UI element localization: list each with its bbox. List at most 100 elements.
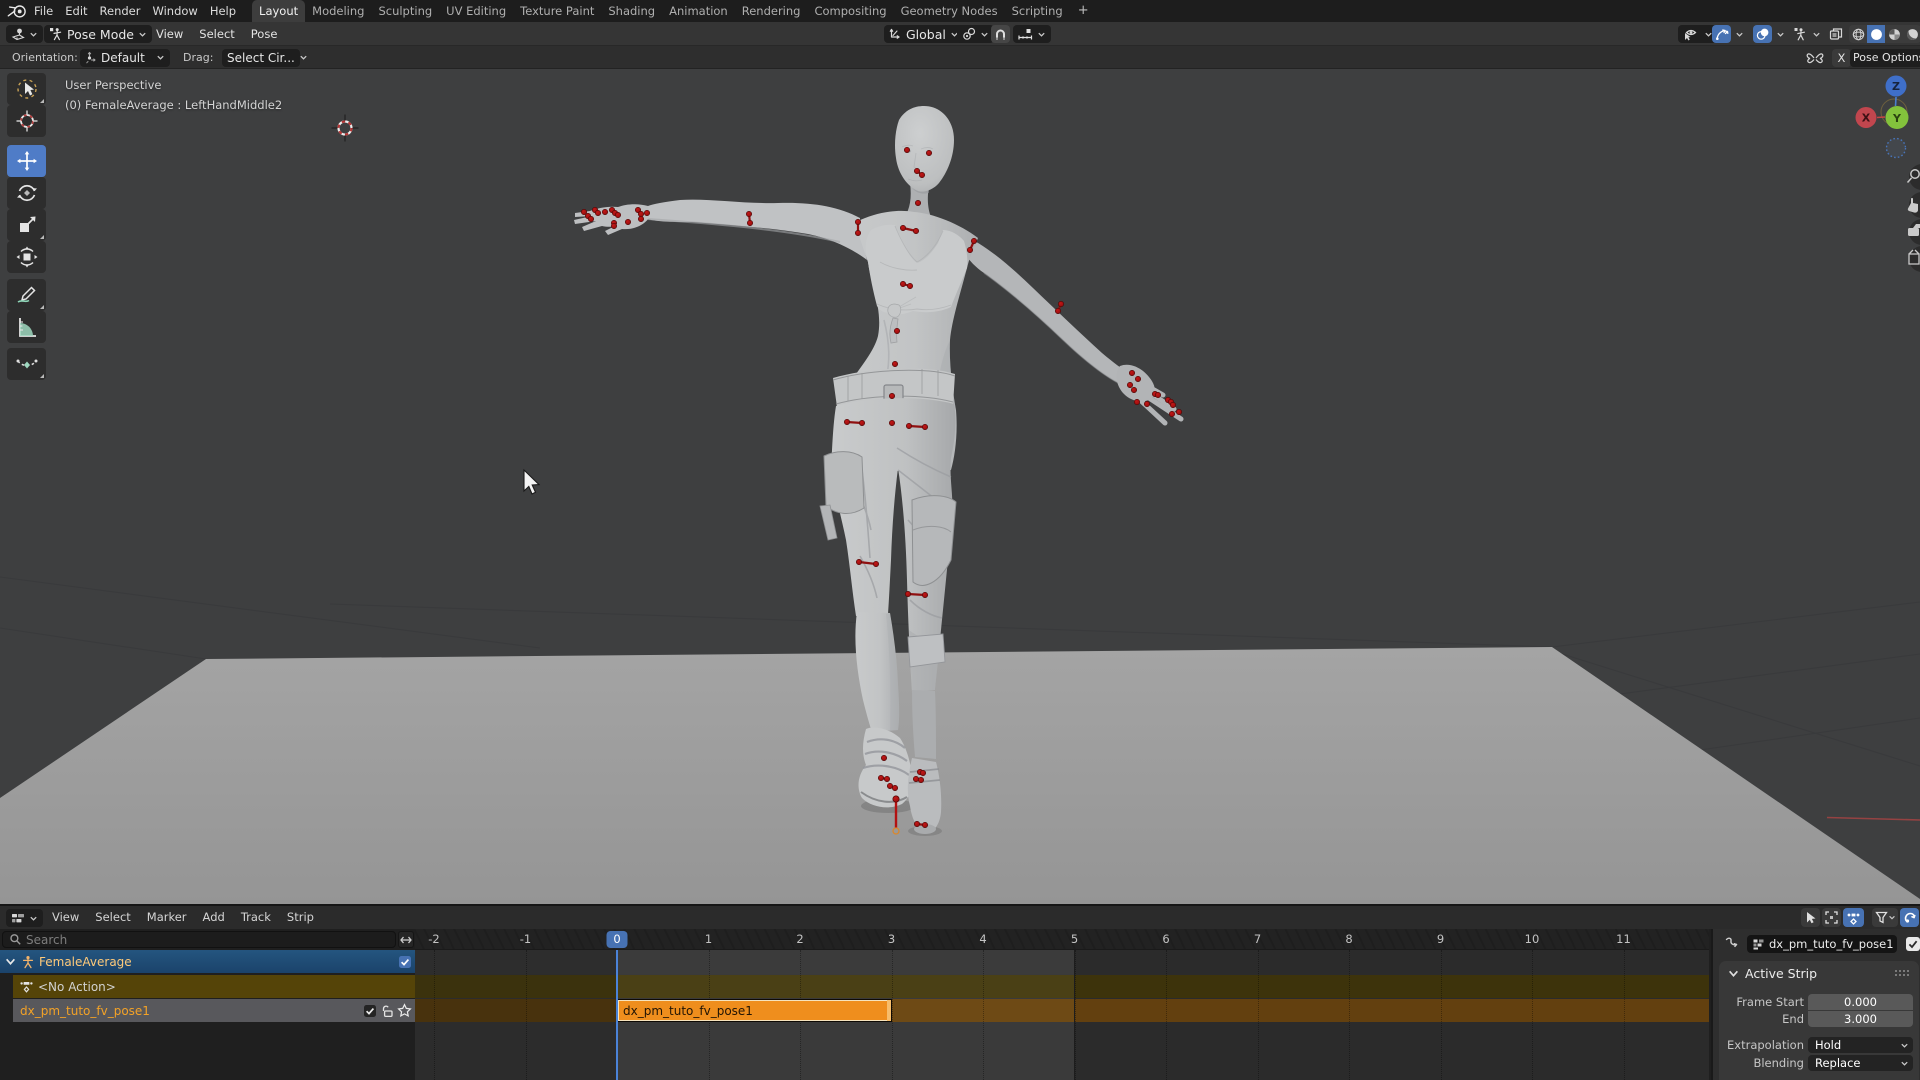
chevron-down-icon[interactable] [1812, 30, 1821, 39]
close-tool-settings-button[interactable]: X [1832, 49, 1851, 67]
pose-bone-dot[interactable] [913, 776, 918, 781]
pose-bone-dot[interactable] [893, 796, 899, 802]
add-workspace-button[interactable]: + [1070, 0, 1097, 22]
pose-mirror-butterfly-icon[interactable] [1806, 50, 1824, 66]
blending-field[interactable]: Replace [1808, 1055, 1913, 1071]
rotate-tool-button[interactable] [7, 177, 46, 209]
pose-bone-dot[interactable] [1055, 308, 1060, 313]
pose-bone-dot[interactable] [889, 420, 894, 425]
tweak-tool-button[interactable] [7, 73, 46, 105]
pose-bone-dot[interactable] [1135, 376, 1140, 381]
pose-bone-dot[interactable] [602, 209, 607, 214]
pose-bone-dot[interactable] [595, 210, 600, 215]
shading-rendered-button[interactable] [1903, 25, 1920, 43]
pose-bone-dot[interactable] [967, 247, 972, 252]
workspace-tab[interactable]: Shading [601, 0, 662, 22]
nla-timeline[interactable]: dx_pm_tuto_fv_pose1 -2-101234567891011 0 [415, 929, 1709, 1080]
pose-bone-dot[interactable] [1134, 399, 1139, 404]
pose-options-button[interactable]: Pose Options [1850, 49, 1920, 67]
nla-menu[interactable]: Add [195, 906, 233, 929]
nla-menu[interactable]: Strip [279, 906, 322, 929]
end-field[interactable]: 3.000 [1808, 1011, 1913, 1027]
viewport-menu[interactable]: View [148, 27, 191, 41]
nla-menu[interactable]: Track [233, 906, 279, 929]
pose-bone-dot[interactable] [844, 419, 849, 424]
transform-orientation-selector[interactable]: Global [884, 25, 964, 43]
nla-menu[interactable]: Marker [139, 906, 195, 929]
viewport-menu[interactable]: Pose [243, 27, 286, 41]
pose-bone-dot[interactable] [913, 228, 918, 233]
pose-bone-dot[interactable] [878, 775, 883, 780]
collapse-chevron-icon[interactable] [5, 956, 16, 967]
topbar-menu[interactable]: File [28, 0, 59, 22]
pose-bone-dot[interactable] [894, 328, 899, 333]
pose-bone-dot[interactable] [920, 770, 925, 775]
workspace-tab[interactable]: Scripting [1005, 0, 1070, 22]
workspace-tab[interactable]: Sculpting [371, 0, 439, 22]
pose-bone-dot[interactable] [1176, 409, 1181, 414]
pose-bone-dot[interactable] [881, 755, 886, 760]
pose-bone-dot[interactable] [1155, 392, 1160, 397]
3d-viewport[interactable]: Z X Y [0, 69, 1920, 904]
chevron-down-icon[interactable] [1735, 30, 1744, 39]
pose-bone-dot[interactable] [905, 591, 910, 596]
mode-selector[interactable]: Pose Mode [44, 25, 152, 43]
nla-box-select-button[interactable] [1822, 908, 1841, 927]
show-gizmo-toggle[interactable] [1712, 25, 1731, 43]
show-overlays-toggle[interactable] [1753, 25, 1772, 43]
channel-expand-button[interactable] [398, 931, 414, 948]
channel-track-row[interactable]: dx_pm_tuto_fv_pose1 [13, 999, 415, 1022]
orientation-setting-dropdown[interactable]: Default [80, 49, 170, 67]
cursor-tool-button[interactable] [7, 105, 46, 137]
nla-auto-snap-button[interactable] [1843, 908, 1864, 927]
pose-bone-dot[interactable] [1131, 387, 1136, 392]
strip-enable-checkbox[interactable] [1906, 937, 1920, 951]
pose-bone-dot[interactable] [904, 147, 909, 152]
pose-bone-dot[interactable] [922, 424, 927, 429]
pose-bone-dot[interactable] [914, 821, 919, 826]
editor-type-button[interactable] [6, 25, 43, 43]
pose-bone-dot[interactable] [922, 592, 927, 597]
workspace-tab[interactable]: Texture Paint [513, 0, 601, 22]
pose-bone-dot[interactable] [1169, 411, 1174, 416]
topbar-menu[interactable]: Window [146, 0, 203, 22]
pose-bone-dot[interactable] [918, 777, 923, 782]
drag-setting-dropdown[interactable]: Select Cir... [222, 49, 300, 67]
pose-bone-dot[interactable] [1127, 382, 1132, 387]
pose-bone-dot[interactable] [855, 230, 860, 235]
snap-toggle[interactable] [991, 25, 1010, 43]
workspace-tab[interactable]: Layout [252, 0, 305, 22]
shading-solid-button[interactable] [1867, 25, 1885, 43]
strip-resize-handle[interactable] [887, 1000, 891, 1021]
transform-tool-button[interactable] [7, 241, 46, 273]
shading-material-button[interactable] [1885, 25, 1903, 43]
topbar-menu[interactable]: Edit [59, 0, 93, 22]
pose-bone-dot[interactable] [747, 220, 752, 225]
channel-action-row[interactable]: <No Action> [13, 975, 415, 998]
pose-bone-dot[interactable] [615, 212, 620, 217]
pose-breakdowner-tool-button[interactable] [7, 348, 46, 380]
pivot-point-selector[interactable] [957, 25, 994, 43]
nla-strip[interactable]: dx_pm_tuto_fv_pose1 [617, 999, 892, 1022]
nla-filter-button[interactable] [1872, 908, 1898, 927]
move-tool-button[interactable] [7, 145, 46, 177]
chevron-down-icon[interactable] [1776, 30, 1785, 39]
pose-bone-dot[interactable] [638, 216, 643, 221]
nla-select-cursor-button[interactable] [1801, 908, 1820, 927]
frame-start-field[interactable]: 0.000 [1808, 994, 1913, 1010]
shading-wireframe-button[interactable] [1849, 25, 1867, 43]
scale-tool-button[interactable] [7, 209, 46, 241]
pose-bone-dot[interactable] [919, 172, 924, 177]
pose-bone-dot[interactable] [887, 783, 892, 788]
checkbox-checked-icon[interactable] [363, 1004, 377, 1018]
pose-bone-dot[interactable] [926, 150, 931, 155]
checkbox-checked-icon[interactable] [398, 955, 412, 969]
strip-name-field[interactable]: dx_pm_tuto_fv_pose1 [1747, 935, 1897, 953]
pose-bone-dot[interactable] [922, 822, 927, 827]
pose-bone-dot[interactable] [611, 223, 616, 228]
playhead-line[interactable] [616, 948, 618, 1080]
pose-xray-dropdown[interactable] [1790, 25, 1809, 43]
panel-grip-icon[interactable] [1895, 970, 1911, 978]
pose-bone-dot[interactable] [900, 225, 905, 230]
search-input[interactable]: Search [2, 931, 396, 948]
